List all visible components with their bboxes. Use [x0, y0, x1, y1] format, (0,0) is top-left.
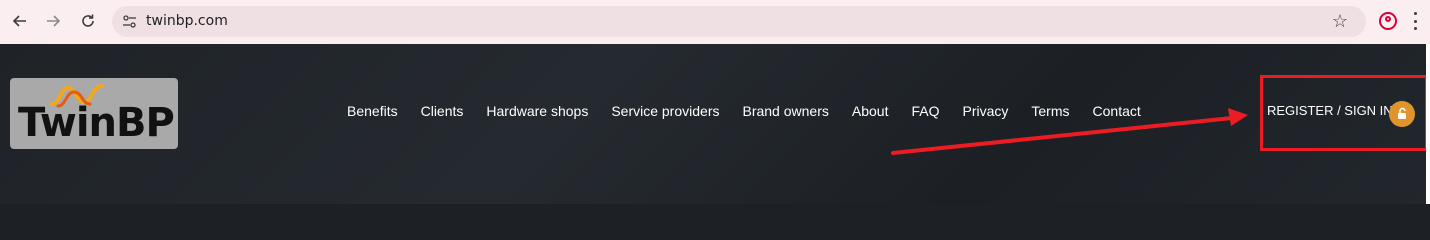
annotation-arrow	[891, 108, 1248, 155]
